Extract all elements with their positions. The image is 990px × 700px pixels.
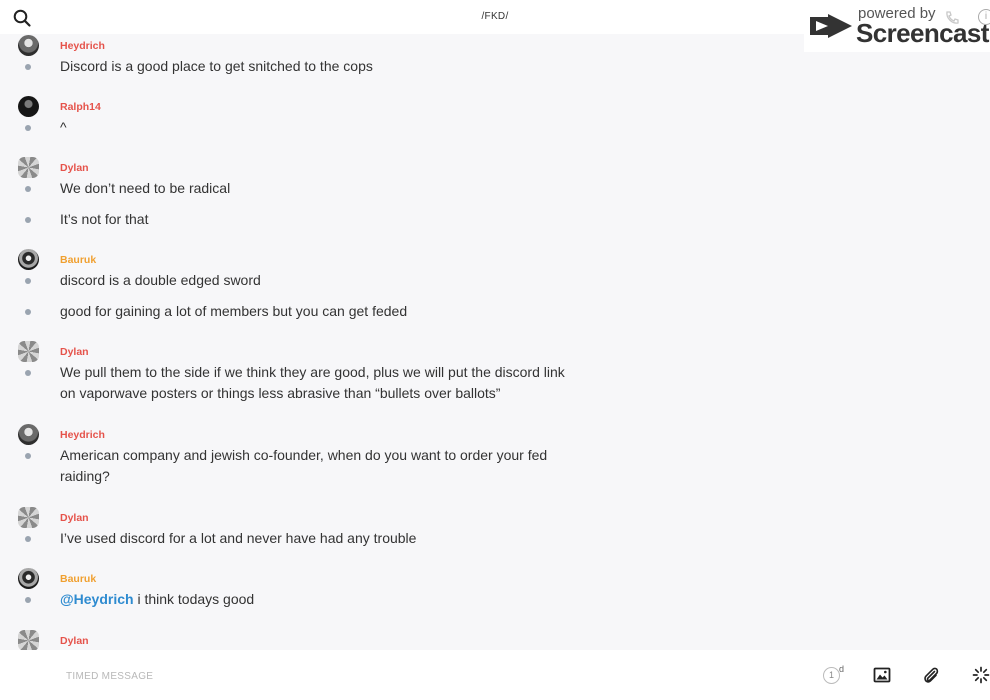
message-text: We pull them to the side if we think the… (60, 364, 565, 401)
paperclip-icon[interactable] (922, 666, 940, 684)
message-input[interactable] (66, 667, 766, 685)
message-bullet (25, 536, 31, 542)
message-bullet (25, 217, 31, 223)
message-text: American company and jewish co-founder, … (60, 447, 548, 484)
message-username[interactable]: Heydrich (60, 40, 105, 52)
message-composer: 1 d (0, 650, 990, 700)
timer-unit: d (839, 664, 845, 674)
message-text: I’ve used discord for a lot and never ha… (60, 530, 417, 546)
avatar[interactable] (18, 35, 39, 56)
message-text: discord is a double edged sword (60, 272, 261, 288)
message-username[interactable]: Heydrich (60, 429, 105, 441)
info-icon: i (978, 9, 990, 25)
message-text: ^ (60, 119, 67, 135)
message-text: We don’t need to be radical (60, 180, 231, 196)
avatar[interactable] (18, 568, 39, 589)
phone-icon (946, 11, 959, 24)
loading-spinner-icon[interactable] (972, 666, 990, 684)
timer-button[interactable]: 1 d (821, 664, 847, 686)
message-username[interactable]: Dylan (60, 162, 89, 174)
message-bullet (25, 64, 31, 70)
avatar[interactable] (18, 96, 39, 117)
message-username[interactable]: Dylan (60, 635, 89, 647)
message-bullet (25, 597, 31, 603)
message-username[interactable]: Dylan (60, 346, 89, 358)
timer-icon: 1 (823, 667, 840, 684)
message-username[interactable]: Dylan (60, 512, 89, 524)
message-text: good for gaining a lot of members but yo… (60, 303, 408, 319)
message-bullet (25, 125, 31, 131)
avatar[interactable] (18, 424, 39, 445)
message-bullet (25, 309, 31, 315)
image-icon[interactable] (873, 666, 891, 684)
message-text: It’s not for that (60, 211, 149, 227)
avatar[interactable] (18, 341, 39, 362)
message-bullet (25, 370, 31, 376)
avatar[interactable] (18, 249, 39, 270)
user-mention[interactable]: @Heydrich (60, 591, 134, 607)
message-text: @Heydrich i think todays good (60, 589, 570, 610)
message-list: Heydrich Discord is a good place to get … (0, 34, 990, 650)
message-username[interactable]: Bauruk (60, 254, 96, 266)
avatar[interactable] (18, 630, 39, 650)
message-bullet (25, 453, 31, 459)
message-bullet (25, 278, 31, 284)
message-text-content: i think todays good (133, 591, 255, 607)
avatar[interactable] (18, 507, 39, 528)
message-bullet (25, 186, 31, 192)
message-text: Discord is a good place to get snitched … (60, 58, 373, 74)
message-username[interactable]: Ralph14 (60, 101, 101, 113)
message-username[interactable]: Bauruk (60, 573, 96, 585)
avatar[interactable] (18, 157, 39, 178)
